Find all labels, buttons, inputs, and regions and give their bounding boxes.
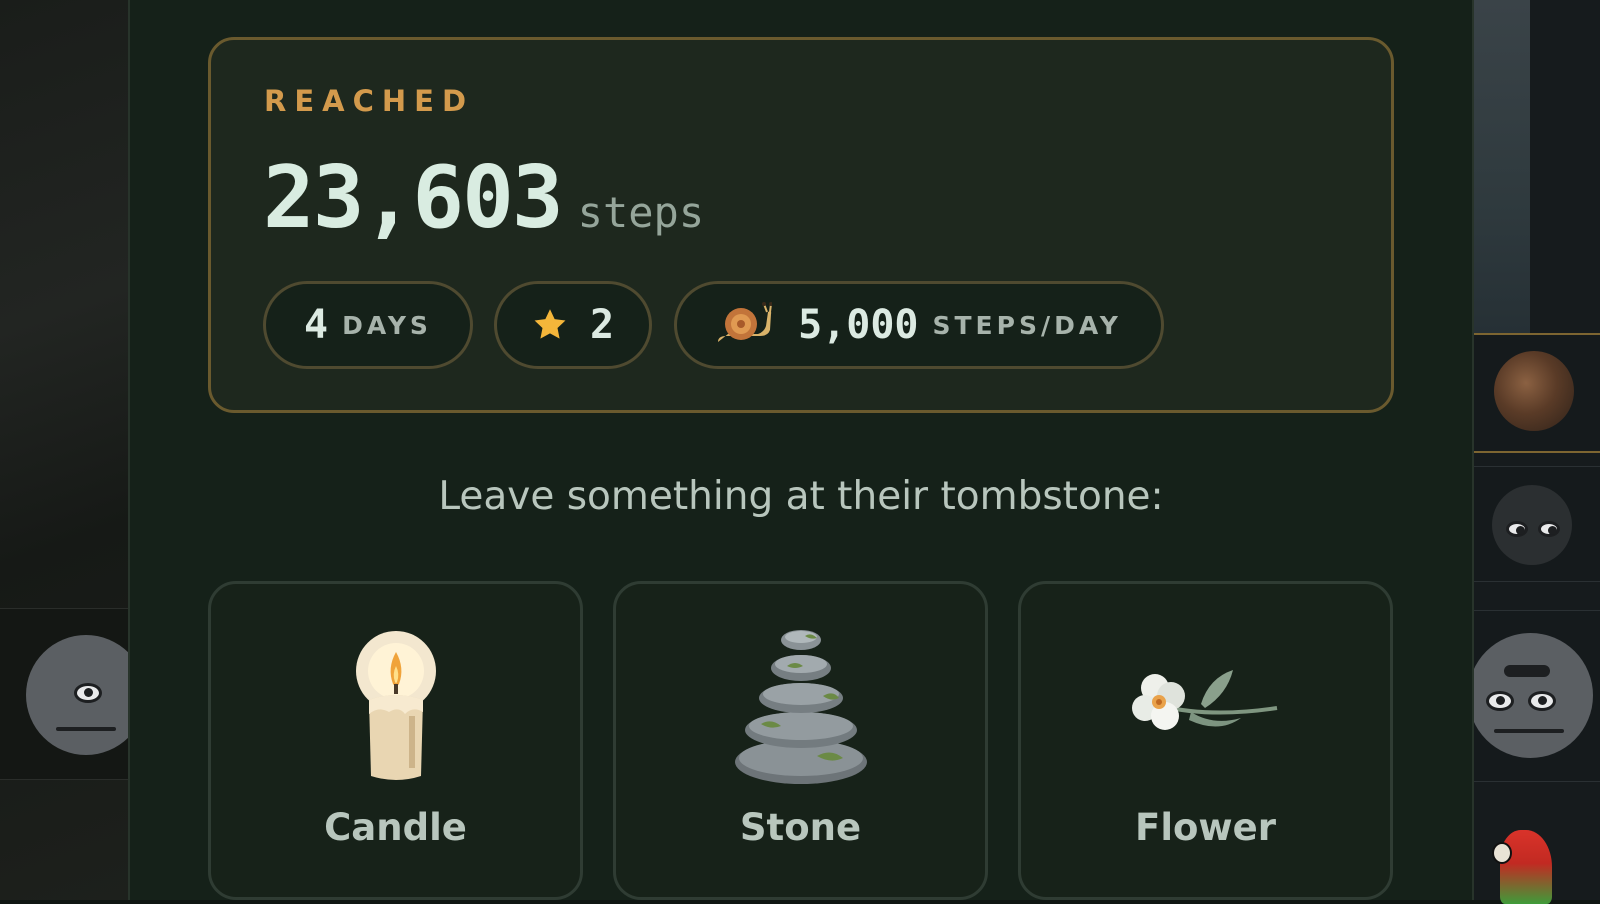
stone-label: Stone xyxy=(739,806,862,849)
pace-pill: 5,000 STEPS/DAY xyxy=(674,281,1164,369)
flower-art xyxy=(1021,626,1390,786)
candle-label: Candle xyxy=(324,806,467,849)
flower-icon xyxy=(1131,670,1277,730)
background-row xyxy=(0,608,146,780)
stone-stack-icon xyxy=(734,630,867,784)
reached-card: REACHED 23,603 steps 4 DAYS 2 5,000 STEP… xyxy=(208,37,1394,413)
background-left xyxy=(0,0,146,900)
days-value: 4 xyxy=(304,302,329,348)
stars-value: 2 xyxy=(589,302,615,348)
tombstone-prompt: Leave something at their tombstone: xyxy=(438,474,1164,519)
player-avatar xyxy=(1494,351,1574,431)
background-right xyxy=(1468,0,1600,904)
stars-pill: 2 xyxy=(494,281,652,369)
snail-icon xyxy=(718,302,773,342)
reached-label: REACHED xyxy=(264,84,475,118)
player-slot[interactable] xyxy=(1468,610,1600,782)
background-tower xyxy=(1470,0,1530,335)
steps-total: 23,603 steps xyxy=(263,148,704,248)
flower-label: Flower xyxy=(1135,806,1276,849)
flower-offering-button[interactable]: Flower xyxy=(1018,581,1393,900)
stone-art xyxy=(616,626,985,786)
candle-icon xyxy=(355,631,436,780)
candle-art xyxy=(211,626,580,786)
days-pill: 4 DAYS xyxy=(263,281,473,369)
steps-value: 23,603 xyxy=(263,148,564,248)
player-slot-highlighted[interactable] xyxy=(1470,333,1600,453)
days-unit: DAYS xyxy=(342,310,432,340)
candle-offering-button[interactable]: Candle xyxy=(208,581,583,900)
pace-unit: STEPS/DAY xyxy=(932,310,1122,340)
memorial-panel: REACHED 23,603 steps 4 DAYS 2 5,000 STEP… xyxy=(128,0,1474,900)
star-icon xyxy=(534,309,566,339)
avatar-face-icon xyxy=(1468,633,1593,758)
pace-value: 5,000 xyxy=(798,302,919,348)
player-slot[interactable] xyxy=(1470,466,1600,582)
avatar-face-icon xyxy=(1492,485,1572,565)
stone-offering-button[interactable]: Stone xyxy=(613,581,988,900)
steps-unit: steps xyxy=(577,188,705,237)
parrot-avatar-icon xyxy=(1492,830,1552,904)
